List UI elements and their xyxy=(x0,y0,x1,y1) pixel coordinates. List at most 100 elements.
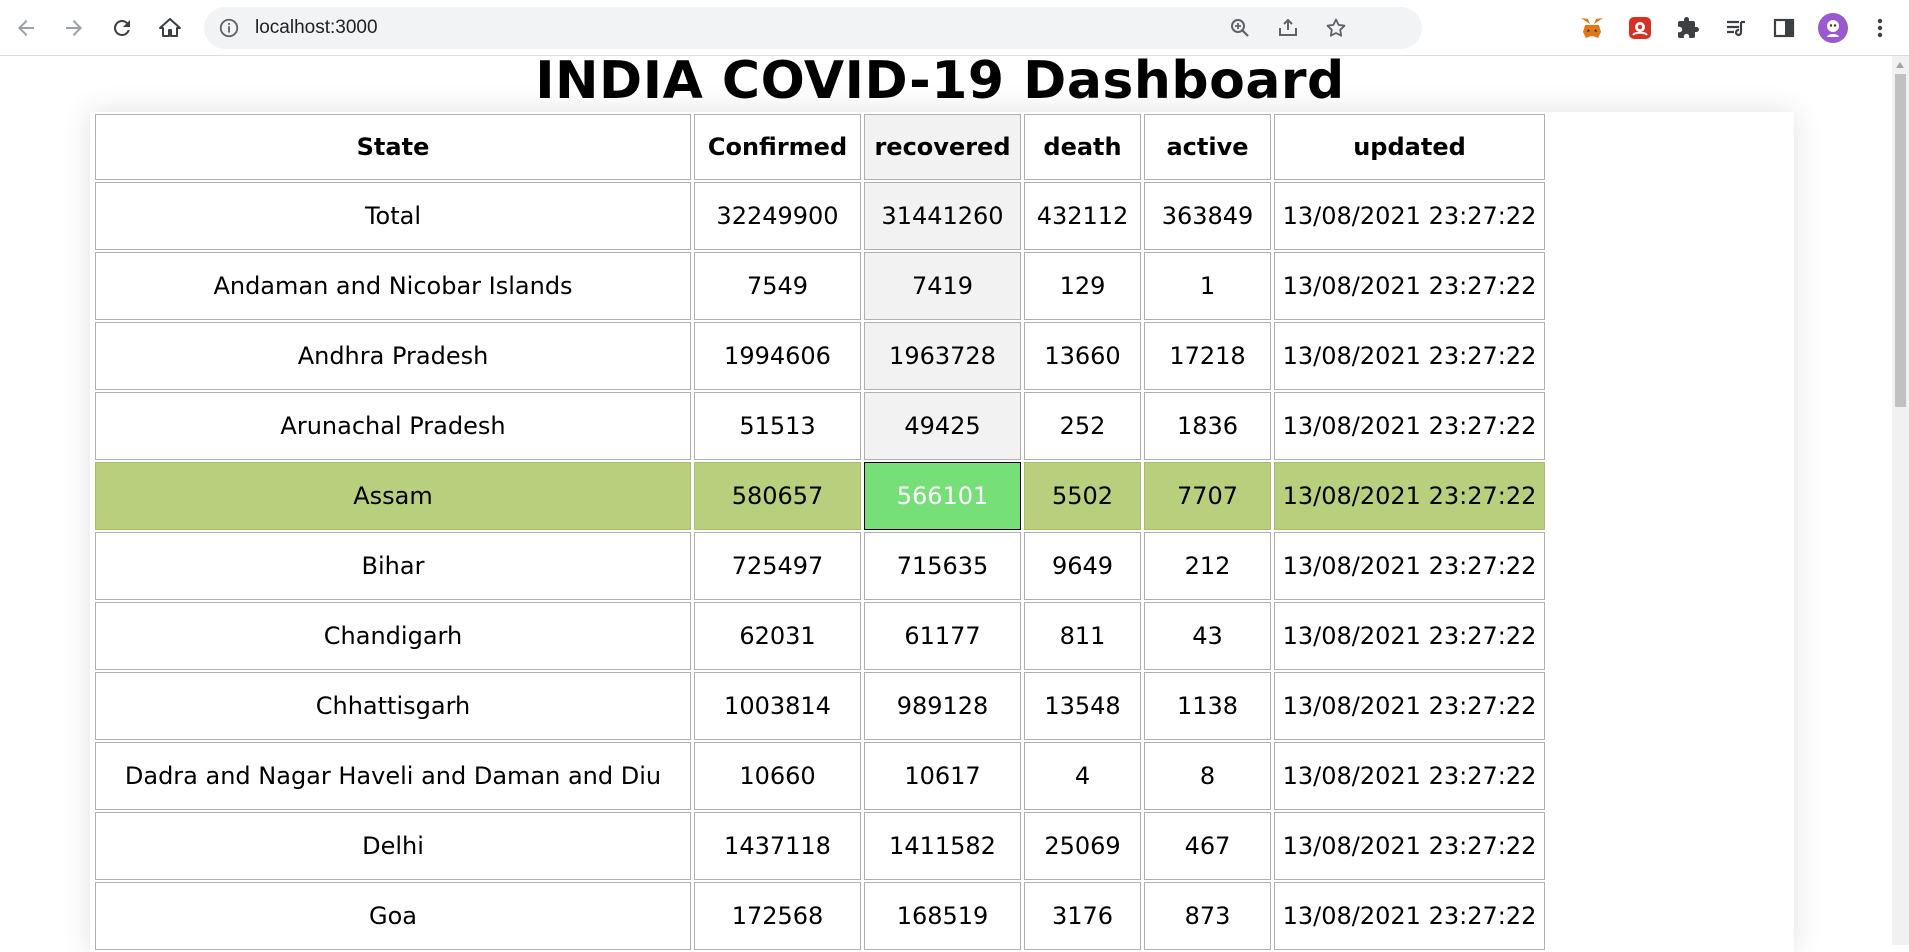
recovered-cell: 31441260 xyxy=(864,182,1021,250)
active-cell: 1 xyxy=(1144,252,1271,320)
scroll-up-arrow-icon[interactable] xyxy=(1896,62,1904,68)
death-cell: 252 xyxy=(1024,392,1141,460)
state-cell: Goa xyxy=(95,882,691,950)
death-cell: 13548 xyxy=(1024,672,1141,740)
url-text[interactable]: localhost:3000 xyxy=(255,17,378,39)
state-cell: Bihar xyxy=(95,532,691,600)
side-panel-icon[interactable] xyxy=(1770,14,1798,42)
death-cell: 9649 xyxy=(1024,532,1141,600)
recovered-cell: 989128 xyxy=(864,672,1021,740)
chrome-menu-icon[interactable] xyxy=(1866,14,1894,42)
death-cell: 3176 xyxy=(1024,882,1141,950)
active-cell: 17218 xyxy=(1144,322,1271,390)
bookmark-star-icon[interactable] xyxy=(1324,16,1348,40)
state-cell: Delhi xyxy=(95,812,691,880)
recovered-cell: 61177 xyxy=(864,602,1021,670)
zoom-icon[interactable] xyxy=(1228,16,1252,40)
header-updated: updated xyxy=(1274,114,1545,180)
home-icon xyxy=(159,18,181,37)
share-icon[interactable] xyxy=(1276,16,1300,40)
forward-arrow-icon xyxy=(66,20,82,36)
active-cell: 1138 xyxy=(1144,672,1271,740)
confirmed-cell: 62031 xyxy=(694,602,861,670)
confirmed-cell: 1994606 xyxy=(694,322,861,390)
updated-cell: 13/08/2021 23:27:22 xyxy=(1274,602,1545,670)
media-queue-icon[interactable] xyxy=(1722,14,1750,42)
death-cell: 432112 xyxy=(1024,182,1141,250)
death-cell: 811 xyxy=(1024,602,1141,670)
state-cell: Andhra Pradesh xyxy=(95,322,691,390)
active-cell: 8 xyxy=(1144,742,1271,810)
state-cell: Chandigarh xyxy=(95,602,691,670)
reload-icon xyxy=(114,19,130,36)
updated-cell: 13/08/2021 23:27:22 xyxy=(1274,252,1545,320)
metamask-extension-icon[interactable] xyxy=(1578,14,1606,42)
recovered-cell: 168519 xyxy=(864,882,1021,950)
recovered-cell: 49425 xyxy=(864,392,1021,460)
death-cell: 4 xyxy=(1024,742,1141,810)
back-button[interactable] xyxy=(8,10,44,46)
table-row[interactable]: Dadra and Nagar Haveli and Daman and Diu… xyxy=(95,742,1545,810)
confirmed-cell: 725497 xyxy=(694,532,861,600)
home-button[interactable] xyxy=(152,10,188,46)
active-cell: 467 xyxy=(1144,812,1271,880)
site-info-icon[interactable] xyxy=(218,17,240,39)
confirmed-cell: 1003814 xyxy=(694,672,861,740)
state-cell: Arunachal Pradesh xyxy=(95,392,691,460)
covid-table: State Confirmed recovered death active u… xyxy=(92,112,1548,952)
active-cell: 1836 xyxy=(1144,392,1271,460)
confirmed-cell: 32249900 xyxy=(694,182,861,250)
table-row[interactable]: Andhra Pradesh 1994606 1963728 13660 172… xyxy=(95,322,1545,390)
updated-cell: 13/08/2021 23:27:22 xyxy=(1274,812,1545,880)
confirmed-cell: 580657 xyxy=(694,462,861,530)
table-row[interactable]: Bihar 725497 715635 9649 212 13/08/2021 … xyxy=(95,532,1545,600)
header-recovered: recovered xyxy=(864,114,1021,180)
recovered-cell: 715635 xyxy=(864,532,1021,600)
header-active: active xyxy=(1144,114,1271,180)
reload-button[interactable] xyxy=(104,10,140,46)
confirmed-cell: 10660 xyxy=(694,742,861,810)
page-scrollbar[interactable] xyxy=(1892,56,1909,945)
confirmed-cell: 172568 xyxy=(694,882,861,950)
death-cell: 25069 xyxy=(1024,812,1141,880)
death-cell: 5502 xyxy=(1024,462,1141,530)
extensions-puzzle-icon[interactable] xyxy=(1674,14,1702,42)
state-cell: Dadra and Nagar Haveli and Daman and Diu xyxy=(95,742,691,810)
table-row[interactable]: Chandigarh 62031 61177 811 43 13/08/2021… xyxy=(95,602,1545,670)
forward-button[interactable] xyxy=(56,10,92,46)
back-arrow-icon xyxy=(18,20,34,36)
scrollbar-thumb[interactable] xyxy=(1895,74,1906,407)
recovered-cell: 1963728 xyxy=(864,322,1021,390)
table-header-row: State Confirmed recovered death active u… xyxy=(95,114,1545,180)
table-row[interactable]: Delhi 1437118 1411582 25069 467 13/08/20… xyxy=(95,812,1545,880)
state-cell: Chhattisgarh xyxy=(95,672,691,740)
table-row[interactable]: Chhattisgarh 1003814 989128 13548 1138 1… xyxy=(95,672,1545,740)
table-row[interactable]: Andaman and Nicobar Islands 7549 7419 12… xyxy=(95,252,1545,320)
active-cell: 7707 xyxy=(1144,462,1271,530)
table-row[interactable]: Goa 172568 168519 3176 873 13/08/2021 23… xyxy=(95,882,1545,950)
address-bar[interactable]: localhost:3000 xyxy=(204,7,1422,49)
updated-cell: 13/08/2021 23:27:22 xyxy=(1274,462,1545,530)
header-confirmed: Confirmed xyxy=(694,114,861,180)
updated-cell: 13/08/2021 23:27:22 xyxy=(1274,882,1545,950)
recovered-cell: 1411582 xyxy=(864,812,1021,880)
header-death: death xyxy=(1024,114,1141,180)
updated-cell: 13/08/2021 23:27:22 xyxy=(1274,392,1545,460)
recovered-cell: 10617 xyxy=(864,742,1021,810)
updated-cell: 13/08/2021 23:27:22 xyxy=(1274,742,1545,810)
recovered-cell-hovered[interactable]: 566101 xyxy=(864,462,1021,530)
profile-avatar[interactable] xyxy=(1818,13,1848,43)
table-row-highlighted[interactable]: Assam 580657 566101 5502 7707 13/08/2021… xyxy=(95,462,1545,530)
state-cell: Andaman and Nicobar Islands xyxy=(95,252,691,320)
red-extension-icon[interactable] xyxy=(1626,14,1654,42)
updated-cell: 13/08/2021 23:27:22 xyxy=(1274,182,1545,250)
active-cell: 43 xyxy=(1144,602,1271,670)
table-row[interactable]: Arunachal Pradesh 51513 49425 252 1836 1… xyxy=(95,392,1545,460)
confirmed-cell: 1437118 xyxy=(694,812,861,880)
active-cell: 212 xyxy=(1144,532,1271,600)
confirmed-cell: 7549 xyxy=(694,252,861,320)
death-cell: 129 xyxy=(1024,252,1141,320)
table-row[interactable]: Total 32249900 31441260 432112 363849 13… xyxy=(95,182,1545,250)
active-cell: 873 xyxy=(1144,882,1271,950)
confirmed-cell: 51513 xyxy=(694,392,861,460)
